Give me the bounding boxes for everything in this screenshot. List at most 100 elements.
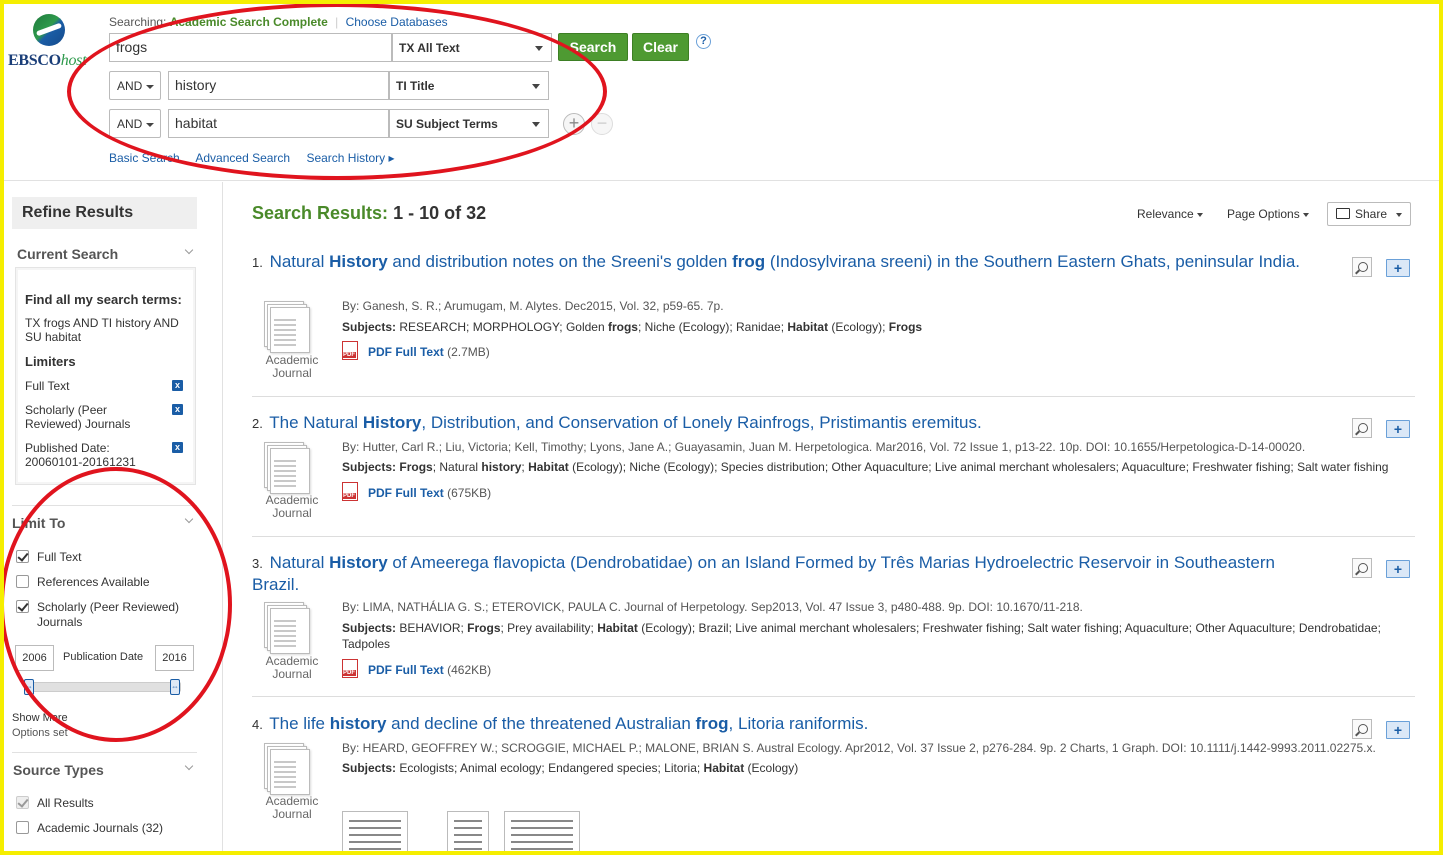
- pdf-link-label[interactable]: PDF Full Text: [368, 486, 444, 500]
- preview-icon[interactable]: [1352, 418, 1372, 438]
- search-term-input-1[interactable]: frogs: [109, 33, 392, 62]
- figure-thumbnail[interactable]: [504, 811, 580, 855]
- figure-thumbnail[interactable]: [447, 811, 489, 855]
- full-text-checkbox[interactable]: [16, 550, 29, 563]
- title-segment[interactable]: Natural: [270, 553, 330, 572]
- chevron-down-icon: [532, 84, 540, 89]
- basic-search-link[interactable]: Basic Search: [109, 151, 180, 165]
- figure-thumbnail[interactable]: [342, 811, 408, 855]
- title-segment[interactable]: frog: [696, 714, 729, 733]
- scholarly-journals-label[interactable]: Scholarly (Peer Reviewed) Journals: [37, 600, 192, 630]
- scholarly-journals-checkbox[interactable]: [16, 600, 29, 613]
- title-segment[interactable]: Natural: [270, 252, 330, 271]
- boolean-operator-3[interactable]: AND: [109, 109, 161, 138]
- search-button[interactable]: Search: [558, 33, 628, 61]
- academic-journal-icon[interactable]: [264, 301, 312, 353]
- date-range-slider[interactable]: ⇔ ⇔: [24, 679, 181, 695]
- search-term-input-3[interactable]: habitat: [168, 109, 389, 138]
- preview-icon[interactable]: [1352, 719, 1372, 739]
- result-actions: [1352, 418, 1412, 440]
- ebscohost-logo[interactable]: EBSCOhost: [8, 12, 103, 72]
- add-to-folder-icon[interactable]: [1386, 721, 1410, 739]
- academic-journal-icon[interactable]: [264, 602, 312, 654]
- add-to-folder-icon[interactable]: [1386, 420, 1410, 438]
- search-field-select-2[interactable]: TI Title: [389, 71, 549, 100]
- references-available-label[interactable]: References Available: [37, 575, 150, 589]
- add-to-folder-icon[interactable]: [1386, 560, 1410, 578]
- result-metadata: By: LIMA, NATHÁLIA G. S.; ETEROVICK, PAU…: [342, 600, 1083, 614]
- pdf-link-label[interactable]: PDF Full Text: [368, 345, 444, 359]
- title-segment[interactable]: and decline of the threatened Australian: [386, 714, 695, 733]
- title-segment[interactable]: , Litoria raniformis.: [729, 714, 869, 733]
- clear-button[interactable]: Clear: [632, 33, 689, 61]
- title-segment[interactable]: (Indosylvirana sreeni) in the Southern E…: [765, 252, 1300, 271]
- result-title-link[interactable]: 1. Natural History and distribution note…: [252, 251, 1322, 273]
- title-segment[interactable]: and distribution notes on the Sreeni's g…: [388, 252, 732, 271]
- results-heading: Search Results: 1 - 10 of 32: [252, 203, 487, 223]
- chevron-down-icon[interactable]: [184, 245, 194, 255]
- search-field-select-1[interactable]: TX All Text: [392, 33, 552, 62]
- share-button[interactable]: Share: [1327, 202, 1411, 226]
- result-item: 3. Natural History of Ameerega flavopict…: [252, 552, 1415, 697]
- add-to-folder-icon[interactable]: [1386, 259, 1410, 277]
- remove-limiter-icon[interactable]: x: [172, 380, 183, 391]
- ebsco-globe-icon: [33, 14, 65, 46]
- remove-limiter-icon[interactable]: x: [172, 404, 183, 415]
- source-types-heading[interactable]: Source Types: [13, 762, 104, 778]
- full-text-label[interactable]: Full Text: [37, 550, 81, 564]
- academic-journals-checkbox[interactable]: [16, 821, 29, 834]
- add-row-icon[interactable]: +: [563, 113, 585, 135]
- preview-icon[interactable]: [1352, 558, 1372, 578]
- pdf-full-text-link[interactable]: PDF Full Text (462KB): [342, 659, 491, 678]
- result-title-link[interactable]: 3. Natural History of Ameerega flavopict…: [252, 552, 1322, 595]
- preview-icon[interactable]: [1352, 257, 1372, 277]
- chevron-down-icon[interactable]: [184, 514, 194, 524]
- page-options-menu[interactable]: Page Options: [1227, 207, 1309, 221]
- search-field-select-3[interactable]: SU Subject Terms: [389, 109, 549, 138]
- results-count: 1 - 10 of 32: [393, 203, 487, 223]
- search-history-link[interactable]: Search History ▸: [306, 151, 394, 165]
- all-results-label[interactable]: All Results: [37, 796, 94, 810]
- show-more-link[interactable]: Show More: [12, 712, 68, 724]
- relevance-sort[interactable]: Relevance: [1137, 207, 1203, 221]
- pdf-link-label[interactable]: PDF Full Text: [368, 663, 444, 677]
- references-available-checkbox[interactable]: [16, 575, 29, 588]
- title-segment[interactable]: history: [330, 714, 387, 733]
- chevron-down-icon: [1302, 212, 1309, 217]
- pdf-full-text-link[interactable]: PDF Full Text (675KB): [342, 482, 491, 501]
- academic-journal-icon[interactable]: [264, 442, 312, 494]
- title-segment[interactable]: frog: [732, 252, 765, 271]
- current-search-heading[interactable]: Current Search: [17, 246, 118, 262]
- choose-databases-link[interactable]: Choose Databases: [346, 15, 448, 29]
- slider-handle-left[interactable]: ⇔: [24, 679, 34, 695]
- remove-row-icon[interactable]: −: [591, 113, 613, 135]
- title-segment[interactable]: The Natural: [269, 413, 363, 432]
- search-terms-link[interactable]: TX frogs AND TI history AND SU habitat: [25, 316, 190, 344]
- academic-journal-icon[interactable]: [264, 743, 312, 795]
- pdf-full-text-link[interactable]: PDF Full Text (2.7MB): [342, 341, 490, 360]
- file-size: (2.7MB): [443, 345, 490, 359]
- advanced-search-link[interactable]: Advanced Search: [195, 151, 290, 165]
- result-subjects: Subjects: Frogs; Natural history; Habita…: [342, 460, 1389, 474]
- title-segment[interactable]: The life: [269, 714, 329, 733]
- remove-limiter-icon[interactable]: x: [172, 442, 183, 453]
- all-results-checkbox[interactable]: [16, 796, 29, 809]
- search-term-input-2[interactable]: history: [168, 71, 389, 100]
- title-segment[interactable]: History: [363, 413, 422, 432]
- current-search-box: Find all my search terms: TX frogs AND T…: [15, 267, 196, 485]
- title-segment[interactable]: History: [329, 553, 388, 572]
- help-icon[interactable]: ?: [696, 34, 711, 49]
- chevron-down-icon[interactable]: [184, 761, 194, 771]
- slider-handle-right[interactable]: ⇔: [170, 679, 180, 695]
- result-item: 2. The Natural History, Distribution, an…: [252, 412, 1415, 537]
- date-from-input[interactable]: 2006: [15, 645, 54, 671]
- title-segment[interactable]: of Ameerega flavopicta (Dendrobatidae) o…: [252, 553, 1275, 594]
- limit-to-heading[interactable]: Limit To: [12, 515, 65, 531]
- result-title-link[interactable]: 4. The life history and decline of the t…: [252, 713, 1322, 735]
- boolean-operator-2[interactable]: AND: [109, 71, 161, 100]
- date-to-input[interactable]: 2016: [155, 645, 194, 671]
- result-title-link[interactable]: 2. The Natural History, Distribution, an…: [252, 412, 1322, 434]
- title-segment[interactable]: History: [329, 252, 388, 271]
- academic-journals-label[interactable]: Academic Journals (32): [37, 821, 163, 835]
- title-segment[interactable]: , Distribution, and Conservation of Lone…: [421, 413, 981, 432]
